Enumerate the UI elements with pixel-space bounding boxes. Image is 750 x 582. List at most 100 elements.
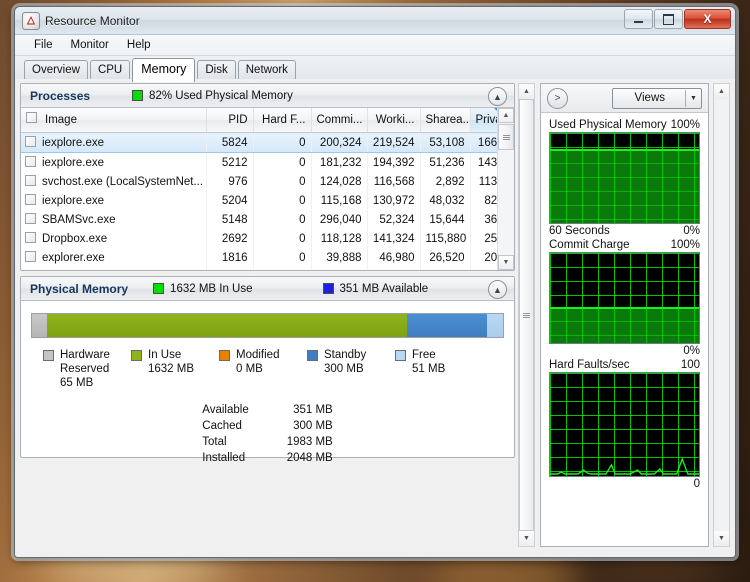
cell-commit: 181,232 (311, 152, 368, 172)
chart-grid-overlay (550, 307, 699, 343)
row-checkbox[interactable] (25, 194, 36, 205)
column-header-image[interactable]: Image (21, 108, 207, 133)
memory-bar-wrap (21, 301, 514, 342)
cell-hard: 0 (253, 229, 312, 248)
stat-row: Installed 2048 MB (202, 450, 332, 466)
tab-disk[interactable]: Disk (197, 60, 236, 81)
main-scroll-thumb[interactable] (519, 99, 534, 531)
chart-2-footer: 0% (549, 344, 700, 358)
graphs-scroll-up-button[interactable]: ▲ (714, 84, 729, 99)
memory-stats: Available 351 MB Cached 300 MB Total 198… (21, 402, 514, 466)
processes-status: 82% Used Physical Memory (132, 90, 293, 102)
menu-item-monitor[interactable]: Monitor (62, 38, 118, 52)
memory-available-stat: 351 MB Available (322, 283, 428, 295)
legend-item-standby: Standby 300 MB (307, 348, 395, 390)
processes-title: Processes (30, 88, 91, 103)
column-header-commit[interactable]: Commi... (311, 108, 368, 133)
table-row[interactable]: explorer.exe 1816 0 39,888 46,980 26,520… (21, 248, 514, 267)
table-row[interactable]: SBAMSvc.exe 5148 0 296,040 52,324 15,644… (21, 210, 514, 229)
column-header-hard-faults[interactable]: Hard F... (253, 108, 312, 133)
chart-used-physical-memory (549, 132, 700, 224)
physical-memory-collapse-button[interactable]: ▲ (488, 280, 507, 299)
chart-1-footer: 60 Seconds 0% (549, 224, 700, 238)
tab-strip: Overview CPU Memory Disk Network (15, 56, 735, 82)
table-row[interactable]: SearchIndexer.exe 2476 0 40,752 24,644 1… (21, 267, 514, 270)
row-checkbox[interactable] (25, 136, 36, 147)
row-checkbox[interactable] (25, 232, 36, 243)
row-checkbox[interactable] (25, 175, 36, 186)
table-row[interactable]: svchost.exe (LocalSystemNet... 976 0 124… (21, 172, 514, 191)
title-bar[interactable]: △ Resource Monitor X (15, 7, 735, 35)
resource-monitor-window: △ Resource Monitor X File Monitor Help O… (14, 6, 736, 558)
column-header-shareable[interactable]: Sharea... (420, 108, 471, 133)
tab-cpu[interactable]: CPU (89, 60, 131, 81)
chevron-down-icon[interactable]: ▼ (685, 89, 701, 107)
hard-faults-spike-line (550, 457, 699, 475)
graphs-scroll-down-button[interactable]: ▼ (714, 531, 729, 546)
row-checkbox[interactable] (25, 251, 36, 262)
cell-hard: 0 (253, 248, 312, 267)
cell-shareable: 51,236 (420, 152, 471, 172)
main-vertical-scrollbar[interactable]: ▲ ▼ (518, 83, 535, 547)
cell-commit: 39,888 (311, 248, 368, 267)
graphs-vertical-scrollbar[interactable]: ▲ ▼ (713, 83, 730, 547)
maximize-button[interactable] (654, 9, 683, 29)
tab-memory[interactable]: Memory (132, 58, 196, 82)
tab-network[interactable]: Network (237, 60, 296, 81)
cell-working: 52,324 (367, 210, 421, 229)
legend-label: Free (412, 349, 436, 361)
legend-label: Hardware (60, 349, 110, 361)
cell-pid: 5212 (206, 152, 254, 172)
processes-table-wrap: Image PID Hard F... Commi... Worki... Sh… (21, 108, 514, 270)
main-scroll-down-button[interactable]: ▼ (519, 531, 534, 546)
legend-item-free: Free 51 MB (395, 348, 483, 390)
physical-memory-header[interactable]: Physical Memory 1632 MB In Use 351 MB Av… (21, 277, 514, 301)
table-row[interactable]: iexplore.exe 5204 0 115,168 130,972 48,0… (21, 191, 514, 210)
cell-pid: 5204 (206, 191, 254, 210)
cell-working: 24,644 (367, 267, 421, 270)
processes-scrollbar[interactable]: ▲ ▼ (497, 108, 514, 270)
table-row[interactable]: iexplore.exe 5212 0 181,232 194,392 51,2… (21, 152, 514, 172)
process-name: SBAMSvc.exe (42, 214, 116, 226)
resource-monitor-icon: △ (22, 11, 40, 30)
tab-overview[interactable]: Overview (24, 60, 88, 81)
cell-pid: 5148 (206, 210, 254, 229)
cell-pid: 2476 (206, 267, 254, 270)
row-checkbox[interactable] (25, 213, 36, 224)
process-name: Dropbox.exe (42, 233, 108, 245)
stat-value: 351 MB (293, 403, 333, 416)
menu-item-help[interactable]: Help (118, 38, 160, 52)
close-button[interactable]: X (684, 9, 731, 29)
legend-item-hardware-reserved: Hardware Reserved 65 MB (43, 348, 131, 390)
processes-collapse-button[interactable]: ▲ (488, 87, 507, 106)
column-header-pid[interactable]: PID (206, 108, 254, 133)
cell-commit: 115,168 (311, 191, 368, 210)
cell-hard: 0 (253, 210, 312, 229)
chart-3-min: 0 (693, 478, 700, 490)
table-row[interactable]: iexplore.exe 5824 0 200,324 219,524 53,1… (21, 132, 514, 153)
chart-1-min: 0% (683, 225, 700, 237)
minimize-button[interactable] (624, 9, 653, 29)
cell-pid: 5824 (206, 132, 254, 153)
views-dropdown[interactable]: Views ▼ (611, 87, 702, 109)
main-scroll-up-button[interactable]: ▲ (519, 84, 534, 99)
content-area: Processes 82% Used Physical Memory ▲ Ima… (15, 79, 735, 557)
expand-graphs-button[interactable]: > (547, 87, 568, 109)
menu-item-file[interactable]: File (25, 38, 62, 52)
legend-sub1: 1632 MB (148, 363, 195, 375)
processes-status-label: 82% Used Physical Memory (149, 89, 293, 102)
scroll-up-button[interactable]: ▲ (498, 108, 514, 123)
scroll-thumb[interactable] (498, 124, 514, 150)
cell-image: iexplore.exe (21, 191, 207, 210)
table-row[interactable]: Dropbox.exe 2692 0 118,128 141,324 115,8… (21, 229, 514, 248)
processes-header[interactable]: Processes 82% Used Physical Memory ▲ (21, 84, 514, 108)
cell-pid: 2692 (206, 229, 254, 248)
processes-panel: Processes 82% Used Physical Memory ▲ Ima… (20, 83, 515, 271)
cell-image: SBAMSvc.exe (21, 210, 207, 229)
cell-hard: 0 (253, 152, 312, 172)
scroll-down-button[interactable]: ▼ (498, 255, 514, 270)
cell-shareable: 26,520 (420, 248, 471, 267)
column-header-working-set[interactable]: Worki... (367, 108, 421, 133)
row-checkbox[interactable] (25, 156, 36, 167)
select-all-checkbox[interactable] (26, 112, 37, 123)
